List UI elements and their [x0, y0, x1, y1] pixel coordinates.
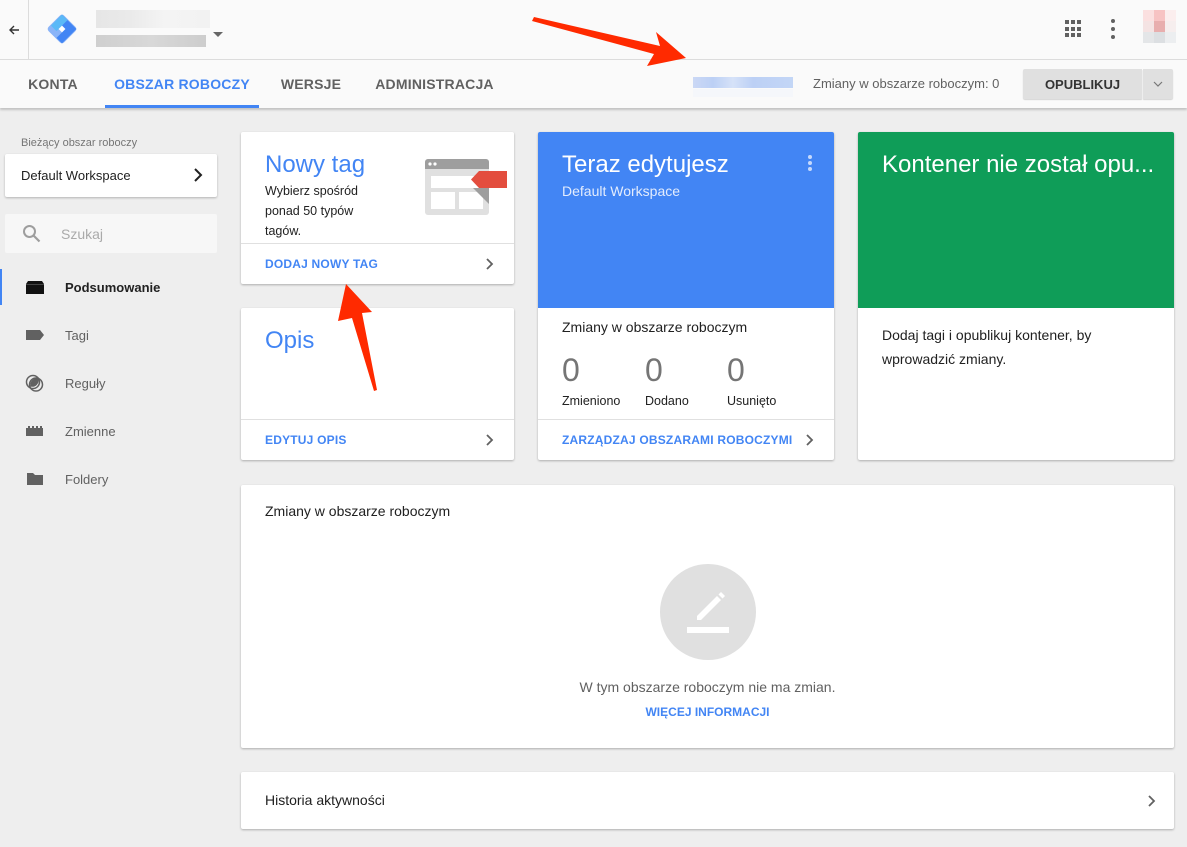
workspace-changes-card: Zmiany w obszarze roboczym W tym obszarz… — [241, 485, 1174, 748]
currently-editing-header: Teraz edytujesz Default Workspace — [538, 132, 834, 308]
avatar[interactable] — [1143, 10, 1176, 44]
back-button[interactable] — [0, 0, 29, 60]
edit-description-link[interactable]: EDYTUJ OPIS — [241, 419, 514, 460]
sidebar-item-overview[interactable]: Podsumowanie — [0, 263, 230, 311]
edit-pencil-icon — [687, 592, 729, 633]
not-published-header: Kontener nie został opu... — [858, 132, 1174, 308]
stat-label: Usunięto — [727, 394, 777, 408]
arrow-left-icon — [9, 25, 19, 35]
description-card: Opis EDYTUJ OPIS — [241, 308, 514, 460]
container-not-published-card: Kontener nie został opu... Dodaj tagi i … — [858, 132, 1174, 460]
stat-value: 0 — [727, 352, 745, 388]
activity-history-card[interactable]: Historia aktywności — [241, 772, 1174, 829]
gtm-logo-icon[interactable] — [46, 13, 78, 45]
stat-label: Dodano — [645, 394, 689, 408]
currently-editing-card: Teraz edytujesz Default Workspace Zmiany… — [538, 132, 834, 460]
current-workspace-caption: Bieżący obszar roboczy — [21, 137, 138, 149]
manage-workspaces-link[interactable]: ZARZĄDZAJ OBSZARAMI ROBOCZYMI — [538, 419, 834, 460]
container-dropdown-caret-icon[interactable] — [213, 32, 223, 37]
sidebar-item-label: Reguły — [65, 375, 106, 391]
more-vertical-icon[interactable] — [808, 155, 812, 171]
sidebar-item-label: Tagi — [65, 327, 89, 343]
publish-button[interactable]: OPUBLIKUJ — [1023, 69, 1142, 99]
not-published-body: Dodaj tagi i opublikuj kontener, by wpro… — [882, 327, 1092, 367]
tab-accounts[interactable]: KONTA — [14, 60, 92, 108]
add-new-tag-label: DODAJ NOWY TAG — [265, 257, 379, 271]
publish-dropdown-button[interactable] — [1143, 69, 1173, 99]
workspace-changes-count: Zmiany w obszarze roboczym: 0 — [813, 76, 1000, 91]
manage-workspaces-label: ZARZĄDZAJ OBSZARAMI ROBOCZYMI — [562, 433, 793, 447]
chevron-right-icon — [1148, 795, 1156, 807]
workspace-selector-label: Default Workspace — [21, 168, 131, 183]
briefcase-icon — [26, 281, 44, 294]
add-new-tag-link[interactable]: DODAJ NOWY TAG — [241, 243, 514, 284]
tag-browser-illustration-icon — [425, 159, 507, 215]
stat-label: Zmieniono — [562, 394, 621, 408]
top-app-bar — [0, 0, 1187, 60]
currently-editing-title: Teraz edytujesz — [562, 151, 729, 178]
sidebar-item-tags[interactable]: Tagi — [0, 311, 230, 359]
search-input[interactable] — [61, 214, 211, 253]
workspace-id-redacted — [693, 77, 793, 99]
sidebar-item-label: Zmienne — [65, 423, 116, 439]
workspace-changes-subtitle: Zmiany w obszarze roboczym — [562, 319, 748, 335]
empty-state-text: W tym obszarze roboczym nie ma zmian. — [579, 679, 836, 695]
stat-value: 0 — [645, 352, 663, 388]
new-tag-card: Nowy tag Wybierz spośród ponad 50 typów … — [241, 132, 514, 284]
tab-versions[interactable]: WERSJE — [272, 60, 350, 108]
apps-grid-icon[interactable] — [1065, 20, 1083, 38]
tab-bar: KONTA OBSZAR ROBOCZY WERSJE ADMINISTRACJ… — [0, 60, 1187, 108]
search-box[interactable] — [5, 214, 217, 253]
activity-history-title: Historia aktywności — [265, 792, 385, 808]
sidebar-item-label: Foldery — [65, 471, 109, 487]
trigger-icon — [25, 374, 44, 392]
folder-icon — [27, 473, 43, 485]
sidebar-item-folders[interactable]: Foldery — [0, 455, 230, 503]
tab-workspace[interactable]: OBSZAR ROBOCZY — [105, 60, 259, 108]
chevron-right-icon — [194, 168, 203, 182]
variable-block-icon — [26, 426, 43, 436]
chevron-down-icon — [1153, 81, 1163, 87]
chevron-right-icon — [806, 434, 814, 446]
empty-state-circle — [660, 564, 756, 660]
stat-added: 0 Dodano — [645, 350, 689, 408]
workspace-selector[interactable]: Default Workspace — [5, 154, 217, 197]
description-title: Opis — [265, 327, 315, 354]
chevron-right-icon — [486, 434, 494, 446]
new-tag-title[interactable]: Nowy tag — [265, 151, 365, 179]
workspace-changes-title: Zmiany w obszarze roboczym — [265, 503, 451, 519]
stat-modified: 0 Zmieniono — [562, 350, 620, 408]
new-tag-description: Wybierz spośród ponad 50 typów tagów. — [265, 184, 358, 238]
container-name-redacted[interactable] — [96, 10, 210, 48]
stat-deleted: 0 Usunięto — [727, 350, 776, 408]
sidebar: Bieżący obszar roboczy Default Workspace… — [0, 108, 230, 847]
tag-icon — [26, 330, 44, 340]
search-icon — [23, 225, 41, 243]
more-vertical-icon[interactable] — [1109, 19, 1117, 39]
chevron-right-icon — [486, 258, 494, 270]
stat-value: 0 — [562, 352, 580, 388]
not-published-title: Kontener nie został opu... — [882, 151, 1155, 178]
sidebar-item-variables[interactable]: Zmienne — [0, 407, 230, 455]
sidebar-item-triggers[interactable]: Reguły — [0, 359, 230, 407]
more-info-link[interactable]: WIĘCEJ INFORMACJI — [645, 705, 769, 719]
sidebar-item-label: Podsumowanie — [65, 279, 161, 295]
edit-description-label: EDYTUJ OPIS — [265, 433, 347, 447]
tab-admin[interactable]: ADMINISTRACJA — [366, 60, 503, 108]
current-workspace-name: Default Workspace — [562, 183, 681, 199]
